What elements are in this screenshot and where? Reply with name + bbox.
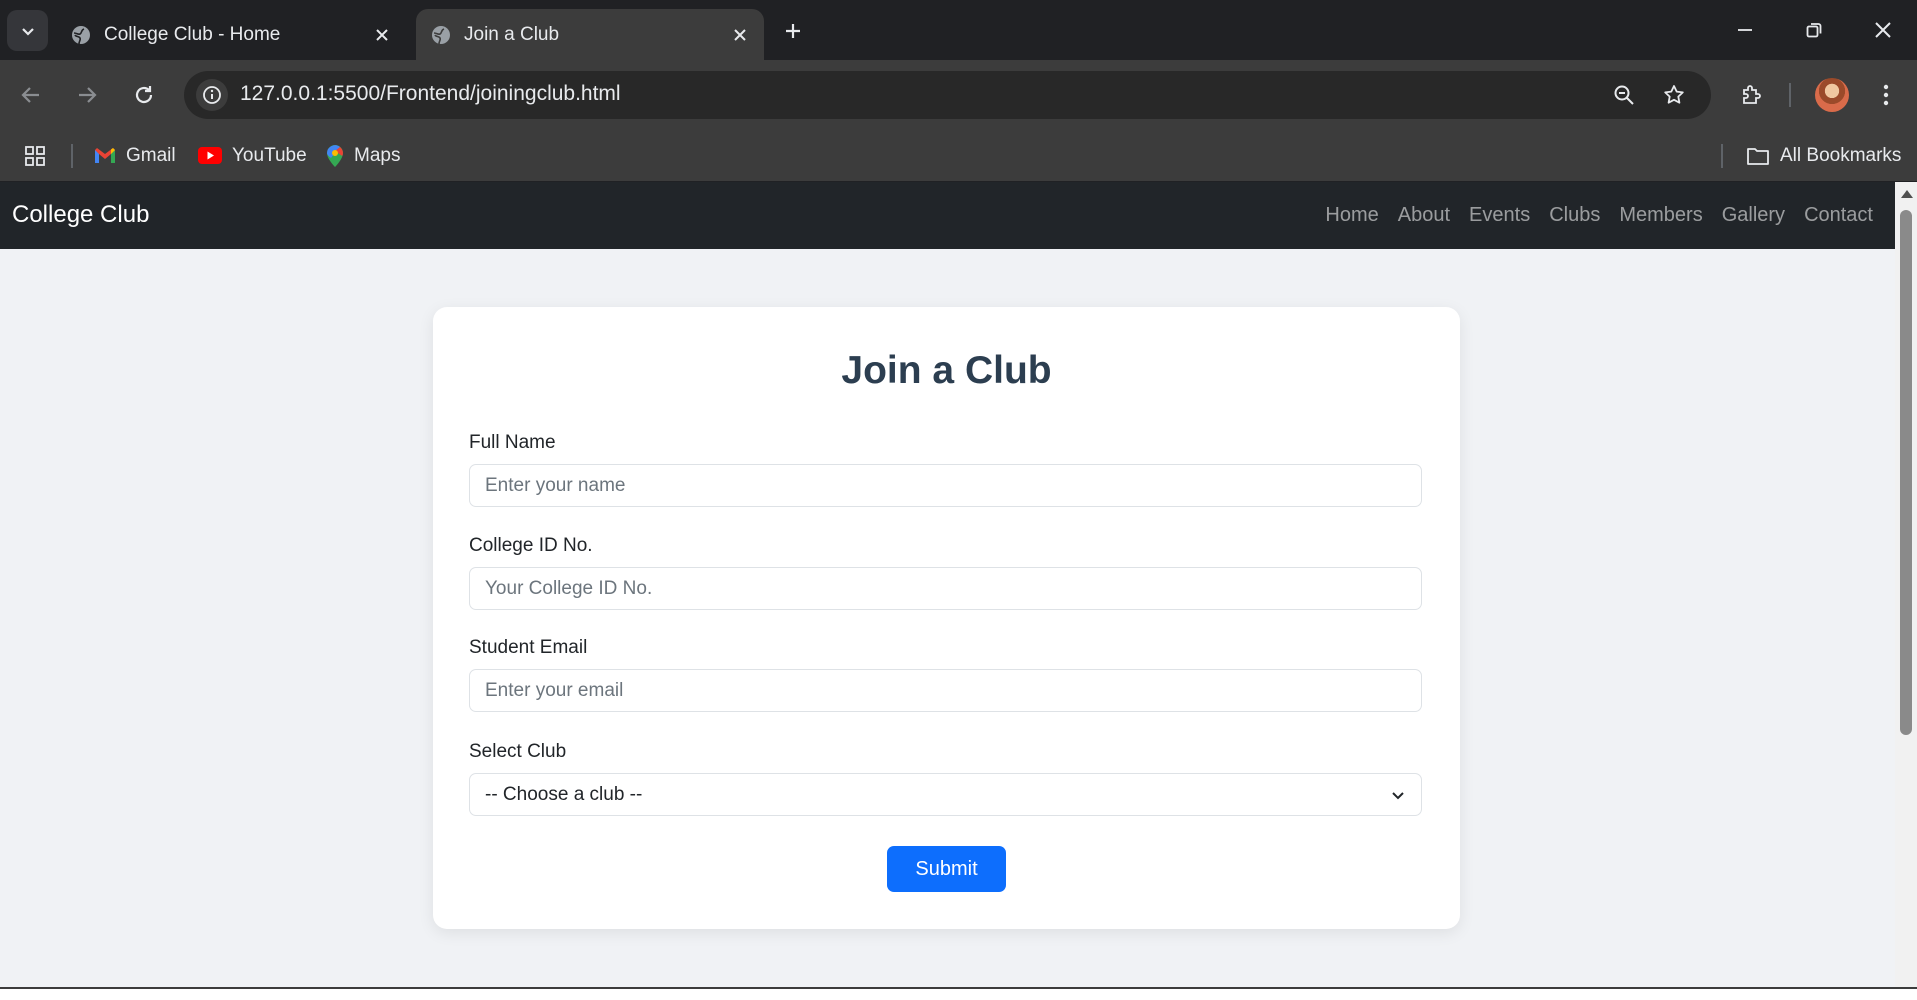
bookmark-label: Gmail — [126, 144, 176, 166]
minimize-button[interactable] — [1722, 10, 1768, 50]
all-bookmarks-button[interactable]: All Bookmarks — [1746, 130, 1901, 181]
more-vertical-icon — [1883, 84, 1889, 106]
page-viewport: College Club Home About Events Clubs Mem… — [0, 182, 1895, 987]
site-info-icon[interactable] — [196, 79, 228, 111]
chevron-down-icon — [21, 27, 34, 36]
extensions-button[interactable] — [1734, 77, 1770, 113]
nav-link-about[interactable]: About — [1398, 204, 1450, 227]
close-tab-icon[interactable] — [366, 19, 398, 51]
student-email-label: Student Email — [469, 637, 588, 658]
tab-search-button[interactable] — [7, 10, 48, 51]
close-tab-icon[interactable] — [724, 19, 756, 51]
forward-button[interactable] — [69, 77, 105, 113]
restore-icon — [1806, 23, 1822, 38]
nav-links: Home About Events Clubs Members Gallery … — [1325, 204, 1873, 227]
site-navbar: College Club Home About Events Clubs Mem… — [0, 182, 1895, 249]
chevron-down-icon — [1392, 791, 1404, 799]
select-club-label: Select Club — [469, 741, 567, 762]
nav-link-home[interactable]: Home — [1325, 204, 1378, 227]
address-bar[interactable]: 127.0.0.1:5500/Frontend/joiningclub.html — [184, 71, 1711, 119]
form-title: Join a Club — [841, 349, 1052, 392]
tab-college-club-home[interactable]: College Club - Home — [56, 9, 406, 60]
arrow-left-icon — [21, 87, 39, 103]
all-bookmarks-label: All Bookmarks — [1780, 144, 1902, 166]
bookmark-star-icon[interactable] — [1658, 79, 1690, 111]
nav-link-clubs[interactable]: Clubs — [1549, 204, 1600, 227]
scroll-up-arrow-icon[interactable] — [1901, 190, 1913, 198]
apps-grid-icon — [25, 145, 45, 166]
bookmarks-separator — [1721, 144, 1723, 168]
bookmark-maps[interactable]: Maps — [326, 130, 400, 181]
bookmark-gmail[interactable]: Gmail — [94, 130, 176, 181]
full-name-label: Full Name — [469, 432, 556, 453]
bookmarks-separator — [71, 144, 73, 168]
globe-icon — [430, 24, 452, 46]
folder-icon — [1746, 146, 1770, 166]
reload-button[interactable] — [126, 77, 162, 113]
plus-icon — [786, 24, 800, 38]
student-email-input[interactable] — [469, 669, 1422, 712]
reload-icon — [135, 86, 153, 104]
puzzle-icon — [1743, 85, 1761, 104]
bookmark-label: YouTube — [232, 144, 307, 166]
arrow-right-icon — [79, 87, 97, 103]
bookmark-label: Maps — [354, 144, 401, 166]
maps-icon — [326, 144, 344, 168]
browser-toolbar: 127.0.0.1:5500/Frontend/joiningclub.html — [0, 60, 1917, 130]
nav-link-members[interactable]: Members — [1619, 204, 1702, 227]
page-scrollbar[interactable] — [1895, 182, 1917, 987]
nav-link-gallery[interactable]: Gallery — [1722, 204, 1785, 227]
close-icon — [1875, 22, 1891, 38]
minimize-icon — [1738, 29, 1752, 31]
browser-menu-button[interactable] — [1868, 77, 1904, 113]
new-tab-button[interactable] — [776, 14, 810, 48]
close-window-button[interactable] — [1860, 10, 1906, 50]
window-bottom-border — [0, 987, 1917, 989]
bookmarks-bar: Gmail YouTube Maps All Bookmarks — [0, 130, 1917, 182]
gmail-icon — [94, 147, 116, 164]
restore-button[interactable] — [1791, 10, 1837, 50]
apps-button[interactable] — [24, 130, 46, 181]
college-id-input[interactable] — [469, 567, 1422, 610]
nav-link-events[interactable]: Events — [1469, 204, 1530, 227]
toolbar-separator — [1789, 83, 1791, 107]
tab-join-a-club[interactable]: Join a Club — [416, 9, 764, 60]
back-button[interactable] — [13, 77, 49, 113]
youtube-icon — [198, 147, 222, 164]
url-text: 127.0.0.1:5500/Frontend/joiningclub.html — [240, 82, 621, 105]
navbar-brand[interactable]: College Club — [12, 201, 149, 229]
globe-icon — [70, 24, 92, 46]
tab-title: College Club - Home — [104, 23, 281, 45]
scroll-thumb[interactable] — [1900, 210, 1912, 735]
join-club-form-card: Join a Club Full Name College ID No. Stu… — [433, 307, 1460, 929]
profile-avatar[interactable] — [1815, 78, 1849, 112]
club-select[interactable]: -- Choose a club -- — [469, 773, 1422, 816]
college-id-label: College ID No. — [469, 535, 593, 556]
tab-strip: College Club - Home Join a Club — [0, 0, 1917, 60]
bookmark-youtube[interactable]: YouTube — [198, 130, 307, 181]
nav-link-contact[interactable]: Contact — [1804, 204, 1873, 227]
tab-title: Join a Club — [464, 23, 560, 45]
club-select-value: -- Choose a club -- — [485, 783, 643, 805]
submit-button[interactable]: Submit — [887, 846, 1006, 892]
zoom-icon[interactable] — [1608, 79, 1640, 111]
full-name-input[interactable] — [469, 464, 1422, 507]
